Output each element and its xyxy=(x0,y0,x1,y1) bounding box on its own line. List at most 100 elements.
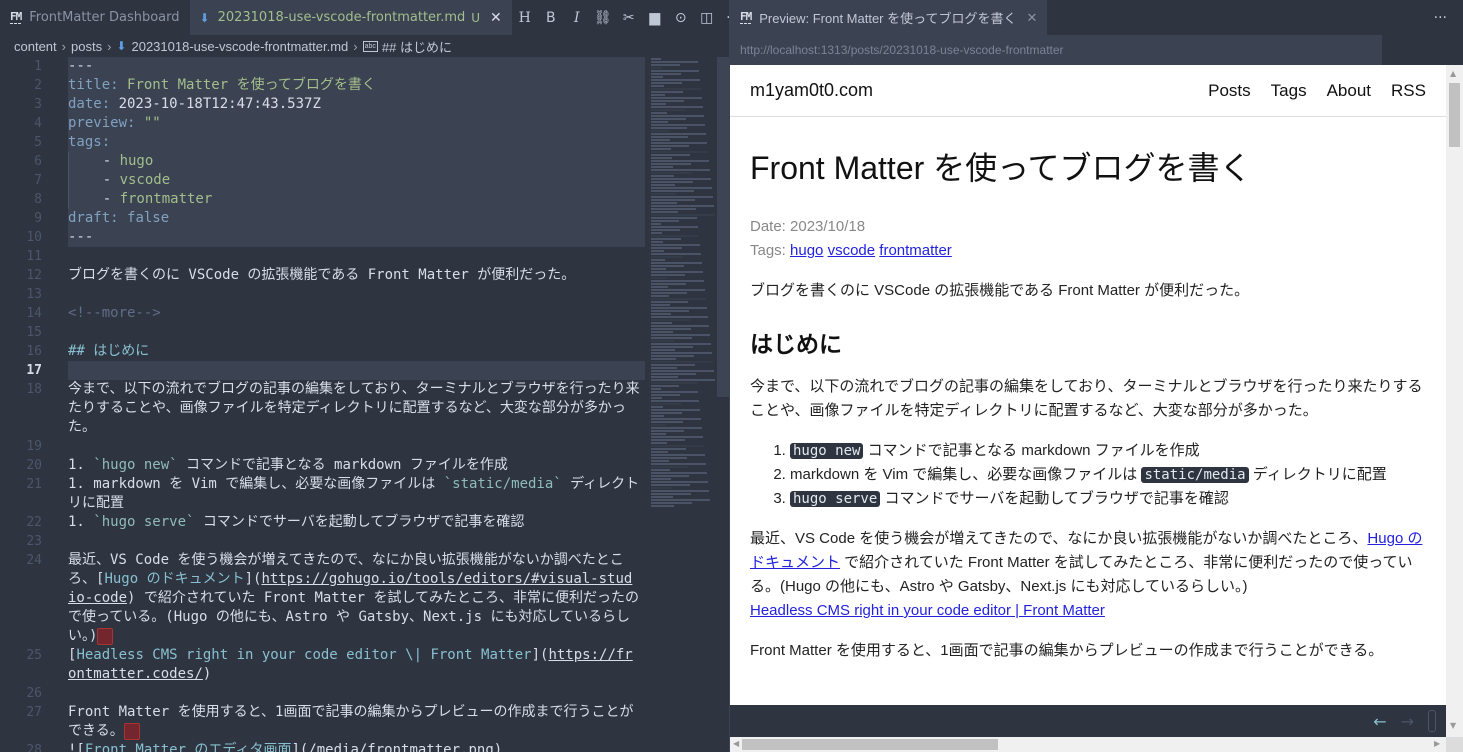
editor-line: 3 date: 2023-10-18T12:47:43.537Z xyxy=(0,95,645,114)
minimap-line xyxy=(651,349,675,351)
minimap-line xyxy=(651,226,698,228)
minimap-line xyxy=(651,118,686,120)
close-icon[interactable]: ✕ xyxy=(490,10,502,26)
minimap-line xyxy=(651,400,699,402)
minimap-line xyxy=(651,130,669,132)
scroll-left-icon[interactable]: ◀ xyxy=(733,739,739,748)
editor-line-current: 17 xyxy=(0,361,645,380)
minimap-line xyxy=(651,301,688,303)
minimap-line xyxy=(651,133,706,135)
arrow-left-icon[interactable]: ← xyxy=(1373,712,1386,731)
minimap-line xyxy=(651,250,664,252)
minimap-line xyxy=(651,295,669,297)
preview-url[interactable]: http://localhost:1313/posts/20231018-use… xyxy=(730,35,1382,65)
minimap-line xyxy=(651,418,701,420)
minimap-line xyxy=(651,469,670,471)
minimap-line xyxy=(651,463,706,465)
arrow-right-icon[interactable]: → xyxy=(1401,712,1414,731)
frontmatter-link[interactable]: Headless CMS right in your code editor |… xyxy=(750,602,1105,619)
toggle-box[interactable] xyxy=(1428,710,1436,732)
minimap-line xyxy=(651,70,699,72)
minimap-line xyxy=(651,151,708,153)
minimap-line xyxy=(651,154,690,156)
minimap-line xyxy=(651,493,691,495)
minimap-line xyxy=(651,106,703,108)
tab-label: Preview: Front Matter を使ってブログを書く xyxy=(759,11,1017,26)
minimap-line xyxy=(651,430,684,432)
minimap-line xyxy=(651,73,681,75)
minimap-line xyxy=(651,271,703,273)
nav-posts[interactable]: Posts xyxy=(1208,81,1251,101)
editor-line: 5 tags: xyxy=(0,133,645,152)
breadcrumb-item[interactable]: posts xyxy=(71,39,102,54)
editor-line: 18 今まで、以下の流れでブログの記事の編集をしており、ターミナルとブラウザを行っ… xyxy=(26,381,640,435)
minimap-line xyxy=(651,505,674,507)
editor-group-left: FM FrontMatter Dashboard ⬇ 20231018-use-… xyxy=(0,0,739,752)
minimap-line xyxy=(651,328,691,330)
preview-page: m1yam0t0.com Posts Tags About RSS Front … xyxy=(730,65,1446,705)
minimap-line xyxy=(651,466,688,468)
split-editor-icon[interactable]: ◫ xyxy=(694,10,720,26)
nav-rss[interactable]: RSS xyxy=(1391,81,1426,101)
minimap-line xyxy=(651,331,673,333)
list-item: hugo serve コマンドでサーバを起動してブラウザで記事を確認 xyxy=(790,487,1426,511)
breadcrumb-item[interactable]: ## はじめに xyxy=(382,37,452,56)
close-icon[interactable]: ✕ xyxy=(1026,10,1037,26)
list-item: markdown を Vim で編集し、必要な画像ファイルは static/me… xyxy=(790,463,1426,487)
code-editor[interactable]: 1 --- 2 title: Front Matter を使ってブログを書く 3 da… xyxy=(0,57,645,752)
italic-icon[interactable]: I xyxy=(564,10,590,26)
breadcrumb-item[interactable]: content xyxy=(14,39,57,54)
article-title: Front Matter を使ってブログを書く xyxy=(750,150,1252,186)
minimap-line xyxy=(651,256,683,258)
scrollbar-thumb[interactable] xyxy=(742,739,998,750)
minimap-line xyxy=(651,199,695,201)
minimap-line xyxy=(651,454,705,456)
minimap-line xyxy=(651,253,701,255)
tag-link[interactable]: hugo xyxy=(790,242,823,259)
nav-tags[interactable]: Tags xyxy=(1271,81,1307,101)
minimap-line xyxy=(651,403,681,405)
editor-line: 28 ![Front Matter のエディタ画面](/media/frontma… xyxy=(26,742,503,752)
modified-badge: U xyxy=(471,10,481,25)
site-title[interactable]: m1yam0t0.com xyxy=(750,80,873,101)
minimap-line xyxy=(651,262,702,264)
minimap-line xyxy=(651,394,680,396)
minimap-line xyxy=(651,343,711,345)
tab-preview[interactable]: FM Preview: Front Matter を使ってブログを書く ✕ xyxy=(730,0,1048,35)
scrollbar-thumb[interactable] xyxy=(1449,83,1460,147)
minimap-line xyxy=(651,424,665,426)
scroll-right-icon[interactable]: ▶ xyxy=(1434,739,1440,748)
minimap[interactable] xyxy=(645,57,730,752)
scissors-icon[interactable]: ✂ xyxy=(616,10,642,26)
scroll-down-icon[interactable]: ▼ xyxy=(1450,721,1456,730)
minimap-line xyxy=(651,181,693,183)
tab-label: 20231018-use-vscode-frontmatter.md xyxy=(217,10,466,25)
link-icon[interactable]: ⛓ xyxy=(590,10,616,26)
tag-link[interactable]: frontmatter xyxy=(879,242,952,259)
minimap-line xyxy=(651,460,669,462)
chevron-right-icon: › xyxy=(107,38,112,54)
scroll-up-icon[interactable]: ▲ xyxy=(1450,69,1456,78)
trailing-whitespace-marker xyxy=(97,627,114,645)
minimap-line xyxy=(651,478,671,480)
tab-frontmatter-dashboard[interactable]: FM FrontMatter Dashboard xyxy=(0,0,190,35)
snippet-icon[interactable]: ⊙ xyxy=(668,10,694,26)
editor-line: 27 Front Matter を使用すると、1画面で記事の編集からプレビューの作… xyxy=(26,704,634,740)
minimap-line xyxy=(651,409,700,411)
minimap-line xyxy=(651,361,713,363)
breadcrumb-item[interactable]: 20231018-use-vscode-frontmatter.md xyxy=(131,39,348,54)
image-icon[interactable]: ▆ xyxy=(642,10,668,26)
heading-icon[interactable]: H xyxy=(512,10,538,26)
minimap-line xyxy=(651,103,666,105)
minimap-line xyxy=(651,484,690,486)
minimap-line xyxy=(651,352,712,354)
more-actions-icon[interactable]: ··· xyxy=(1434,10,1447,26)
editor-line: 16 ## はじめに xyxy=(26,343,150,359)
tab-markdown-file[interactable]: ⬇ 20231018-use-vscode-frontmatter.md U ✕ xyxy=(189,0,512,35)
horizontal-scrollbar[interactable]: ◀ ▶ xyxy=(730,737,1446,752)
nav-about[interactable]: About xyxy=(1327,81,1371,101)
editor-line: 6 - hugo xyxy=(0,152,645,171)
vertical-scrollbar[interactable]: ▲ ▼ xyxy=(1446,65,1463,737)
bold-icon[interactable]: B xyxy=(538,10,564,26)
tag-link[interactable]: vscode xyxy=(828,242,876,259)
